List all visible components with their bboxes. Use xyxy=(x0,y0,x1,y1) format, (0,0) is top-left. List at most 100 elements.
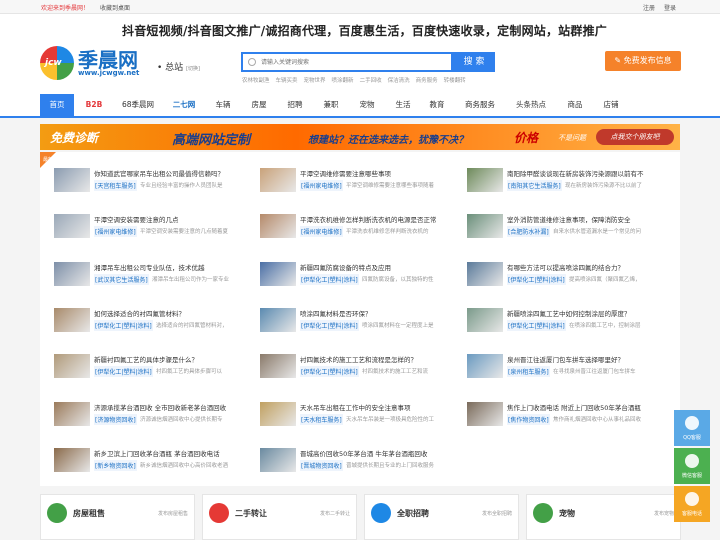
listing-title[interactable]: 平潭空调维修需要注意哪些事项 xyxy=(300,168,465,178)
listing-title[interactable]: 晋城高价回收50年茅台酒 牛年茅台酒瓶回收 xyxy=(300,448,465,458)
listing-category-tag[interactable]: [伊犁化工|塑料|涂料] xyxy=(300,366,359,377)
listing-category-tag[interactable]: [合肥防水补漏] xyxy=(507,226,550,237)
listing-thumbnail[interactable] xyxy=(54,262,90,286)
category-name[interactable]: 宠物 xyxy=(559,508,575,519)
nav-item[interactable]: 宠物 xyxy=(352,94,382,116)
listing-category-tag[interactable]: [伊犁化工|塑料|涂料] xyxy=(300,274,359,285)
category-block[interactable]: 宠物 发布宠物 xyxy=(526,494,681,540)
login-link[interactable]: 登录 xyxy=(664,3,676,12)
listing-card[interactable]: 喷涂四氟材料是否环保？ [伊犁化工|塑料|涂料] 喷涂四氟材料在一定程度上是 xyxy=(260,308,465,338)
listing-card[interactable]: 晋城高价回收50年茅台酒 牛年茅台酒瓶回收 [晋城物资回收] 晋城提供长期且专业的上… xyxy=(260,448,465,478)
float-service-button[interactable]: QQ客服 xyxy=(674,410,710,446)
listing-card[interactable]: 新疆四氟防腐设备的特点及应用 [伊犁化工|塑料|涂料] 四氟防腐设备，以其独特的性 xyxy=(260,262,465,292)
search-button[interactable]: 搜 索 xyxy=(453,52,495,72)
listing-card[interactable]: 新疆喷涂四氟工艺中如何控制涂层的厚度？ [伊犁化工|塑料|涂料] 在喷涂四氟工艺中，… xyxy=(467,308,672,338)
listing-thumbnail[interactable] xyxy=(467,262,503,286)
hot-word-link[interactable]: 农林牧副渔 xyxy=(242,78,270,84)
category-block[interactable]: 二手转让 发布二手转让 xyxy=(202,494,357,540)
listing-category-tag[interactable]: [武汉其它生活服务] xyxy=(94,274,149,285)
listing-thumbnail[interactable] xyxy=(260,168,296,192)
listing-thumbnail[interactable] xyxy=(260,262,296,286)
listing-title[interactable]: 新疆衬四氟工艺的具体步骤是什么？ xyxy=(94,354,259,364)
nav-item[interactable]: 招聘 xyxy=(280,94,310,116)
listing-title[interactable]: 你知道武官哪家吊车出租公司最值得信赖吗？ xyxy=(94,168,259,178)
nav-item[interactable]: 房屋 xyxy=(244,94,274,116)
listing-card[interactable]: 有哪些方法可以提高喷涂四氟的结合力？ [伊犁化工|塑料|涂料] 提高喷涂四氟（聚四氟… xyxy=(467,262,672,292)
publish-info-button[interactable]: ✎ 免费发布信息 xyxy=(605,51,681,71)
hot-word-link[interactable]: 宠物世界 xyxy=(304,78,326,84)
listing-category-tag[interactable]: [天宫租车服务] xyxy=(94,180,137,191)
listing-card[interactable]: 你知道武官哪家吊车出租公司最值得信赖吗？ [天宫租车服务] 专业且经验丰富的操作人员… xyxy=(54,168,259,198)
listing-category-tag[interactable]: [焦作物资回收] xyxy=(507,414,550,425)
listing-title[interactable]: 湘潭吊车出租公司专业队伍，技术优越 xyxy=(94,262,259,272)
listing-card[interactable]: 平潭洗衣机维修怎样判断洗衣机的电源是否正常 [福州家电维修] 平潭洗衣机维修怎样判断… xyxy=(260,214,465,244)
listing-thumbnail[interactable] xyxy=(260,308,296,332)
category-publish-link[interactable]: 发布全职招聘 xyxy=(482,510,512,517)
category-block[interactable]: 全职招聘 发布全职招聘 xyxy=(364,494,519,540)
search-input[interactable] xyxy=(243,54,443,70)
listing-title[interactable]: 新疆喷涂四氟工艺中如何控制涂层的厚度？ xyxy=(507,308,672,318)
listing-card[interactable]: 焦作上门收酒电话 附近上门回收50年茅台酒瓶 [焦作物资回收] 焦作商礼烟酒回收中心… xyxy=(467,402,672,432)
listing-category-tag[interactable]: [伊犁化工|塑料|涂料] xyxy=(300,320,359,331)
nav-item[interactable]: 店铺 xyxy=(596,94,626,116)
nav-item[interactable]: 兼职 xyxy=(316,94,346,116)
listing-category-tag[interactable]: [天水租车服务] xyxy=(300,414,343,425)
hot-word-link[interactable]: 商务服务 xyxy=(416,78,438,84)
hot-word-link[interactable]: 车辆买卖 xyxy=(276,78,298,84)
listing-thumbnail[interactable] xyxy=(260,354,296,378)
float-service-button[interactable]: 客服电话 xyxy=(674,486,710,522)
nav-item[interactable]: 商品 xyxy=(560,94,590,116)
listing-card[interactable]: 新疆衬四氟工艺的具体步骤是什么？ [伊犁化工|塑料|涂料] 衬四氟工艺的具体步骤可以 xyxy=(54,354,259,384)
listing-title[interactable]: 喷涂四氟材料是否环保？ xyxy=(300,308,465,318)
listing-category-tag[interactable]: [济源物资回收] xyxy=(94,414,137,425)
banner-cta-button[interactable]: 点我交个朋友吧 xyxy=(596,129,674,145)
listing-card[interactable]: 衬四氟技术的施工工艺和流程是怎样的？ [伊犁化工|塑料|涂料] 衬四氟技术的施工工艺… xyxy=(260,354,465,384)
listing-thumbnail[interactable] xyxy=(54,402,90,426)
site-logo[interactable]: jcw 季晨网 www.jcwgw.net xyxy=(40,44,144,84)
listing-title[interactable]: 室外消防管道维修注意事项，保障消防安全 xyxy=(507,214,672,224)
listing-card[interactable]: 泉州晋江往返厦门包车拼车选择哪里好？ [泉州租车服务] 在寻找泉州晋江往返厦门包车拼… xyxy=(467,354,672,384)
listing-category-tag[interactable]: [伊犁化工|塑料|涂料] xyxy=(94,366,153,377)
listing-card[interactable]: 湘潭吊车出租公司专业队伍，技术优越 [武汉其它生活服务] 湘潭吊车出租公司作为一家专… xyxy=(54,262,259,292)
nav-item[interactable]: 生活 xyxy=(388,94,418,116)
nav-item[interactable]: 首页 xyxy=(40,94,74,116)
listing-title[interactable]: 济源承揽茅台酒回收 全市回收新老茅台酒回收 xyxy=(94,402,259,412)
listing-category-tag[interactable]: [新乡物资回收] xyxy=(94,460,137,471)
hot-word-link[interactable]: 喷涂翻新 xyxy=(332,78,354,84)
category-name[interactable]: 全职招聘 xyxy=(397,508,429,519)
hot-word-link[interactable]: 保洁清洗 xyxy=(388,78,410,84)
nav-item[interactable]: 商务服务 xyxy=(458,94,502,116)
listing-category-tag[interactable]: [伊犁化工|塑料|涂料] xyxy=(507,320,566,331)
category-name[interactable]: 房屋租售 xyxy=(73,508,105,519)
listing-thumbnail[interactable] xyxy=(467,354,503,378)
promo-banner[interactable]: 免费诊断 高端网站定制 想建站？还在选来选去，犹豫不决？ 价格 不是问题 点我交… xyxy=(40,124,680,150)
listing-title[interactable]: 天水吊车出租在工作中的安全注意事项 xyxy=(300,402,465,412)
listing-card[interactable]: 济源承揽茅台酒回收 全市回收新老茅台酒回收 [济源物资回收] 济源诚信烟酒回收中心提… xyxy=(54,402,259,432)
hot-word-link[interactable]: 转楼翻转 xyxy=(444,78,466,84)
listing-title[interactable]: 泉州晋江往返厦门包车拼车选择哪里好？ xyxy=(507,354,672,364)
register-link[interactable]: 注册 xyxy=(643,3,655,12)
listing-card[interactable]: 平潭空调安装需要注意的几点 [福州家电维修] 平潭空调安装需要注意的几点随着夏 xyxy=(54,214,259,244)
category-publish-link[interactable]: 发布宠物 xyxy=(654,510,674,517)
nav-item[interactable]: B2B xyxy=(80,94,108,116)
listing-title[interactable]: 南阳除甲醛谈谈现在新房装饰污染源跟以前有不 xyxy=(507,168,672,178)
listing-thumbnail[interactable] xyxy=(467,402,503,426)
listing-title[interactable]: 衬四氟技术的施工工艺和流程是怎样的？ xyxy=(300,354,465,364)
listing-thumbnail[interactable] xyxy=(260,214,296,238)
listing-title[interactable]: 有哪些方法可以提高喷涂四氟的结合力？ xyxy=(507,262,672,272)
station-switch[interactable]: • 总站 [切换] xyxy=(157,60,200,73)
listing-category-tag[interactable]: [伊犁化工|塑料|涂料] xyxy=(507,274,566,285)
listing-card[interactable]: 室外消防管道维修注意事项，保障消防安全 [合肥防水补漏] 自来水供水管道漏水是一个常… xyxy=(467,214,672,244)
listing-thumbnail[interactable] xyxy=(54,168,90,192)
hot-word-link[interactable]: 二手回收 xyxy=(360,78,382,84)
listing-category-tag[interactable]: [南阳其它生活服务] xyxy=(507,180,562,191)
category-publish-link[interactable]: 发布二手转让 xyxy=(320,510,350,517)
nav-item[interactable]: 二七网 xyxy=(166,94,202,116)
listing-thumbnail[interactable] xyxy=(54,354,90,378)
listing-thumbnail[interactable] xyxy=(260,402,296,426)
listing-card[interactable]: 新乡卫滨上门回收茅台酒瓶 茅台酒回收电话 [新乡物资回收] 新乡诚信烟酒回收中心高价… xyxy=(54,448,259,478)
listing-category-tag[interactable]: [泉州租车服务] xyxy=(507,366,550,377)
listing-category-tag[interactable]: [福州家电维修] xyxy=(94,226,137,237)
listing-title[interactable]: 新疆四氟防腐设备的特点及应用 xyxy=(300,262,465,272)
listing-title[interactable]: 如何选择适合的衬四氟管材料？ xyxy=(94,308,259,318)
